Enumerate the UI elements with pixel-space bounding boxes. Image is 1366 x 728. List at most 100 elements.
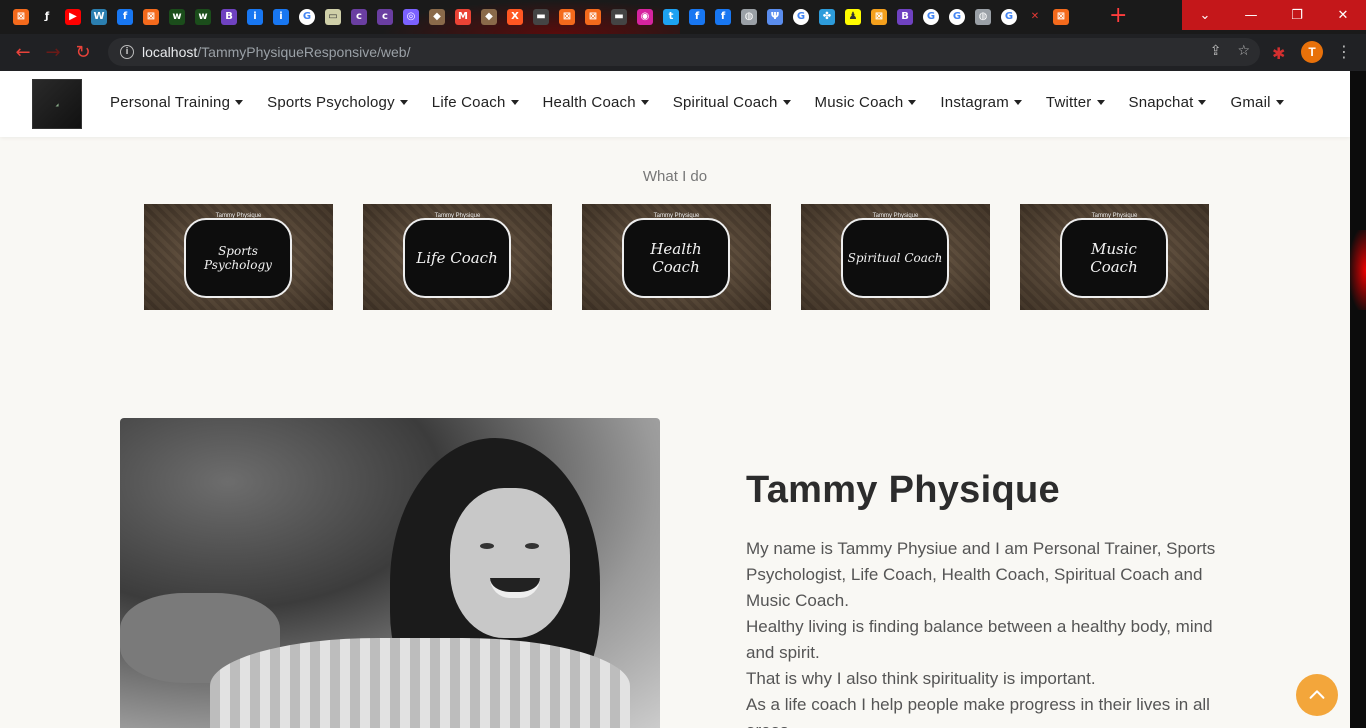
close-window-button[interactable]: ✕: [1320, 0, 1366, 30]
forward-button[interactable]: →: [38, 38, 68, 68]
browser-tab[interactable]: ◍: [970, 5, 996, 29]
bookmark-star-icon[interactable]: ☆: [1237, 43, 1250, 59]
browser-tab[interactable]: B: [892, 5, 918, 29]
browser-tab[interactable]: ◉: [632, 5, 658, 29]
restore-button[interactable]: ❐: [1274, 0, 1320, 30]
page-scrollbar[interactable]: [1350, 71, 1366, 728]
nav-personal-training[interactable]: Personal Training: [110, 94, 244, 111]
minimize-button[interactable]: —: [1228, 0, 1274, 30]
instagram-icon: ◉: [637, 9, 653, 25]
browser-tab[interactable]: G: [788, 5, 814, 29]
tab-search-button[interactable]: ⌄: [1182, 0, 1228, 30]
browser-tab[interactable]: ◆: [424, 5, 450, 29]
browser-tab[interactable]: G: [996, 5, 1022, 29]
reload-button[interactable]: ↻: [68, 38, 98, 68]
browser-tab[interactable]: f: [112, 5, 138, 29]
nav-gmail[interactable]: Gmail: [1230, 94, 1284, 111]
youtube-icon: ▶: [65, 9, 81, 25]
address-bar[interactable]: i localhost/TammyPhysiqueResponsive/web/…: [108, 38, 1260, 66]
browser-tab[interactable]: Ψ: [762, 5, 788, 29]
browser-tab[interactable]: c: [372, 5, 398, 29]
browser-tab[interactable]: w: [164, 5, 190, 29]
browser-tab[interactable]: W: [86, 5, 112, 29]
browser-tab[interactable]: ✤: [814, 5, 840, 29]
browser-tab[interactable]: ♟: [840, 5, 866, 29]
nav-snapchat[interactable]: Snapchat: [1129, 94, 1207, 111]
service-card[interactable]: Tammy Physique Sports Psychology: [144, 204, 333, 310]
site-logo[interactable]: ◢: [32, 79, 82, 129]
browser-tab[interactable]: w: [190, 5, 216, 29]
scroll-to-top-button[interactable]: [1296, 674, 1338, 716]
browser-tab[interactable]: B: [216, 5, 242, 29]
share-icon[interactable]: ⇪: [1210, 43, 1222, 59]
globe-icon: ◍: [741, 9, 757, 25]
nav-music-coach[interactable]: Music Coach: [815, 94, 917, 111]
service-card[interactable]: Tammy Physique Spiritual Coach: [801, 204, 990, 310]
bio-title: Tammy Physique: [746, 469, 1060, 511]
browser-tab[interactable]: ◍: [736, 5, 762, 29]
browser-tab[interactable]: ƒ: [34, 5, 60, 29]
browser-tab[interactable]: G: [918, 5, 944, 29]
menu-item-label: Life Coach: [431, 94, 506, 111]
new-tab-button[interactable]: +: [1109, 5, 1127, 27]
card-brand: Tammy Physique: [215, 213, 262, 219]
menu-item-label: Gmail: [1230, 94, 1271, 111]
browser-tab[interactable]: ▬: [606, 5, 632, 29]
url-text[interactable]: localhost/TammyPhysiqueResponsive/web/: [142, 44, 410, 60]
browser-tab[interactable]: ▶: [60, 5, 86, 29]
twitter-icon: t: [663, 9, 679, 25]
browser-toolbar: ← → ↻ i localhost/TammyPhysiqueResponsiv…: [0, 34, 1366, 71]
generic-icon: ◆: [429, 9, 445, 25]
browser-tab[interactable]: G: [944, 5, 970, 29]
nav-life-coach[interactable]: Life Coach: [432, 94, 519, 111]
browser-tab[interactable]: f: [710, 5, 736, 29]
browser-tab[interactable]: ◆: [476, 5, 502, 29]
browser-tab[interactable]: ⊠: [8, 5, 34, 29]
extension-puzzle-icon[interactable]: ✱: [1272, 44, 1285, 63]
nav-spiritual-coach[interactable]: Spiritual Coach: [673, 94, 791, 111]
browser-tab-strip: ⊠ ƒ ▶ Wf ⊠ w w Bi i G ▭ c c ◎ ◆ M ◆ X ▬ ⊠ ⊠ ▬ ◉ t f f ◍ Ψ G ✤ ♟ ⊠ B G G ◍ G ✕…: [0, 0, 1366, 34]
google-icon: G: [299, 9, 315, 25]
generic-icon: ▬: [533, 9, 549, 25]
browser-tab[interactable]: i: [268, 5, 294, 29]
nav-twitter[interactable]: Twitter: [1046, 94, 1105, 111]
menu-item-label: Snapchat: [1128, 94, 1194, 111]
info-icon: i: [247, 9, 263, 25]
browser-tab[interactable]: ⊠: [554, 5, 580, 29]
service-card[interactable]: Tammy Physique Music Coach: [1020, 204, 1209, 310]
browser-tab[interactable]: X: [502, 5, 528, 29]
browser-tab[interactable]: ▭: [320, 5, 346, 29]
back-button[interactable]: ←: [8, 38, 38, 68]
chevron-up-icon: [1309, 690, 1325, 699]
site-info-icon[interactable]: i: [120, 45, 134, 59]
generic-icon: ▭: [325, 9, 341, 25]
profile-avatar[interactable]: T: [1301, 41, 1323, 63]
browser-tab[interactable]: ◎: [398, 5, 424, 29]
nav-sports-psychology[interactable]: Sports Psychology: [267, 94, 408, 111]
browser-tab[interactable]: ⊠: [1048, 5, 1074, 29]
menu-item-label: Instagram: [940, 94, 1009, 111]
service-card[interactable]: Tammy Physique Health Coach: [582, 204, 771, 310]
browser-tab[interactable]: G: [294, 5, 320, 29]
browser-tab[interactable]: c: [346, 5, 372, 29]
browser-menu-icon[interactable]: ⋮: [1336, 42, 1352, 61]
nav-health-coach[interactable]: Health Coach: [543, 94, 649, 111]
browser-tab[interactable]: i: [242, 5, 268, 29]
generic-icon: ✤: [819, 9, 835, 25]
browser-tab[interactable]: ▬: [528, 5, 554, 29]
nav-instagram[interactable]: Instagram: [940, 94, 1022, 111]
service-card[interactable]: Tammy Physique Life Coach: [363, 204, 552, 310]
browser-tab[interactable]: ⊠: [138, 5, 164, 29]
photo-eye-left: [480, 543, 494, 549]
browser-tab[interactable]: t: [658, 5, 684, 29]
photo-face: [450, 488, 570, 638]
browser-tab[interactable]: ⊠: [580, 5, 606, 29]
browser-tab[interactable]: ⊠: [866, 5, 892, 29]
browser-tab[interactable]: ✕: [1022, 5, 1048, 29]
bio-paragraph: Healthy living is finding balance betwee…: [746, 617, 1213, 662]
browser-tab[interactable]: f: [684, 5, 710, 29]
generic-icon: ◆: [481, 9, 497, 25]
caret-down-icon: [1013, 100, 1022, 105]
google-icon: G: [949, 9, 965, 25]
browser-tab[interactable]: M: [450, 5, 476, 29]
